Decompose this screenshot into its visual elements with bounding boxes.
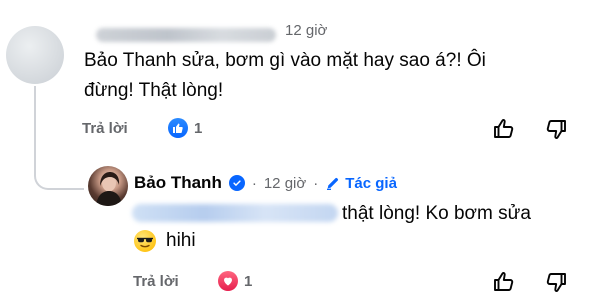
mentioned-name-redacted[interactable] xyxy=(132,204,338,222)
thumbs-up-icon xyxy=(494,272,514,291)
pencil-icon xyxy=(327,177,339,190)
reply-text-line-2-row: hihi xyxy=(134,226,196,256)
reply-time[interactable]: 12 giờ xyxy=(264,175,306,192)
sunglasses-emoji xyxy=(134,230,156,252)
upvote-button-2[interactable] xyxy=(492,270,516,299)
reply-text-line-2: hihi xyxy=(166,230,196,251)
downvote-button[interactable] xyxy=(544,117,568,146)
separator-dot: · xyxy=(251,174,257,192)
comment-text-line-1: Bảo Thanh sửa, bơm gì vào mặt hay sao á?… xyxy=(84,50,486,71)
commenter-avatar[interactable] xyxy=(6,26,64,84)
love-icon xyxy=(218,271,238,291)
reply-text-line-1: thật lòng! Ko bơm sửa xyxy=(342,203,531,224)
comment-text-line-2: đừng! Thật lòng! xyxy=(84,80,224,101)
reply-link-2[interactable]: Trả lời xyxy=(133,273,179,290)
author-avatar[interactable] xyxy=(88,166,128,206)
downvote-button-2[interactable] xyxy=(544,270,568,299)
reaction-summary[interactable]: 1 xyxy=(168,118,202,138)
like-icon xyxy=(168,118,188,138)
author-name[interactable]: Bảo Thanh xyxy=(134,173,222,193)
author-tag: Tác giả xyxy=(325,175,397,192)
thumbs-down-icon xyxy=(546,273,566,292)
reaction-summary-2[interactable]: 1 xyxy=(218,271,252,291)
commenter-name-redacted[interactable] xyxy=(96,28,276,42)
author-label: Tác giả xyxy=(345,174,397,192)
author-portrait xyxy=(96,172,122,206)
separator-dot-2: · xyxy=(313,174,319,192)
comment-time[interactable]: 12 giờ xyxy=(285,22,327,39)
reply-header: Bảo Thanh · 12 giờ · Tác giả xyxy=(134,173,397,193)
upvote-button[interactable] xyxy=(492,117,516,146)
verified-badge-icon xyxy=(228,175,245,191)
reaction-count-2: 1 xyxy=(244,272,253,290)
thread-connector xyxy=(34,86,84,190)
thumbs-down-icon xyxy=(546,120,566,139)
comment-text: Bảo Thanh sửa, bơm gì vào mặt hay sao á?… xyxy=(84,46,554,106)
reply-link[interactable]: Trả lời xyxy=(82,120,128,137)
reaction-count: 1 xyxy=(194,119,203,137)
thumbs-up-icon xyxy=(494,119,514,138)
